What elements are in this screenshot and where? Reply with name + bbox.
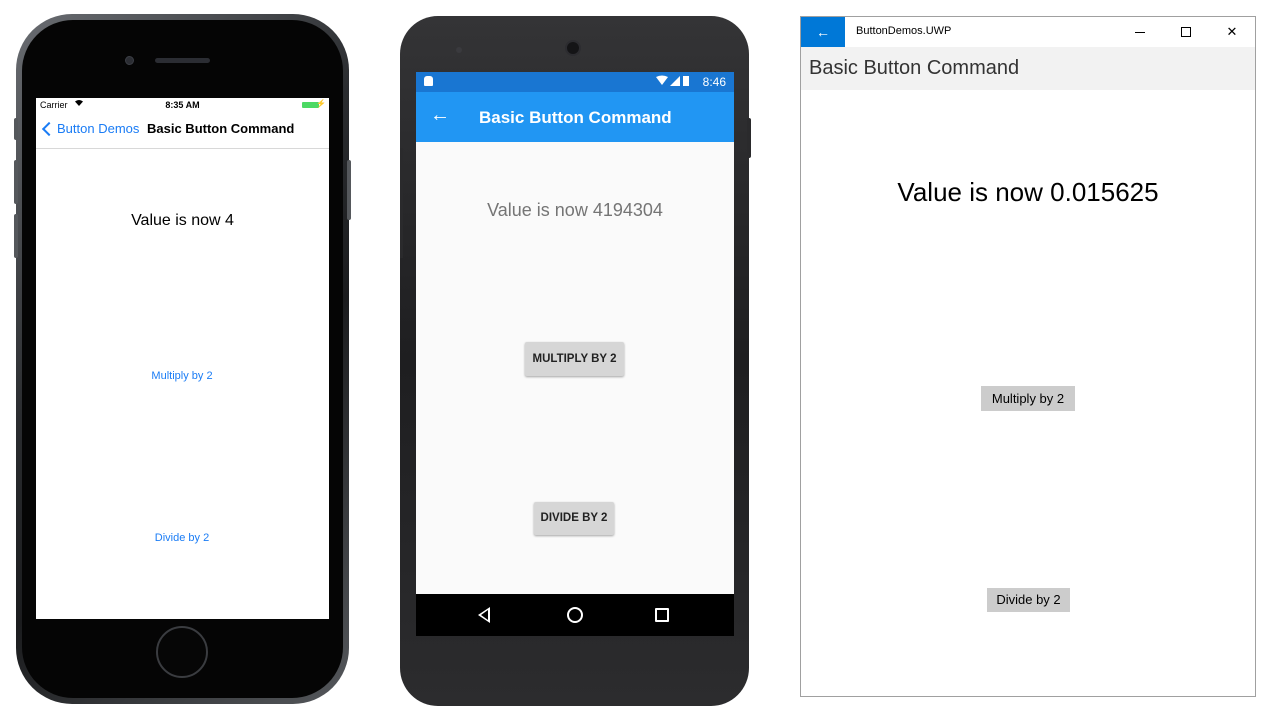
iphone-power-button	[347, 160, 351, 220]
iphone-mute-switch	[14, 118, 18, 140]
close-icon: ✕	[1226, 24, 1238, 39]
ios-value-label: Value is now 4	[131, 212, 234, 229]
iphone-front-camera	[125, 56, 134, 65]
android-proximity-sensor	[456, 47, 462, 53]
close-button[interactable]: ✕	[1209, 17, 1255, 47]
android-power-button	[747, 118, 751, 158]
screenshot-stage: Carrier 8:35 AM ⚡ Button Demos Basic But…	[0, 0, 1280, 716]
ios-back-button[interactable]: Button Demos	[40, 121, 139, 136]
ios-status-bar: Carrier 8:35 AM ⚡	[36, 98, 329, 112]
chevron-left-icon	[41, 121, 57, 136]
android-status-time: 8:46	[702, 75, 726, 89]
iphone-volume-up	[14, 160, 18, 204]
android-toolbar: ← Basic Button Command	[416, 92, 734, 142]
ios-divide-button[interactable]: Divide by 2	[132, 532, 232, 544]
minimize-icon	[1135, 32, 1145, 33]
maximize-icon	[1181, 27, 1191, 37]
android-volume-rocker	[400, 148, 403, 258]
uwp-value-label: Value is now 0.015625	[897, 177, 1159, 207]
uwp-page-title: Basic Button Command	[809, 57, 1020, 79]
signal-battery-icons	[656, 75, 690, 90]
uwp-multiply-button[interactable]: Multiply by 2	[981, 386, 1075, 411]
android-multiply-button[interactable]: MULTIPLY BY 2	[525, 342, 624, 376]
iphone-speaker	[155, 58, 210, 63]
minimize-button[interactable]	[1117, 17, 1163, 47]
android-front-camera	[565, 40, 581, 56]
android-screen: 8:46 ← Basic Button Command Value is now…	[416, 72, 734, 636]
android-notification-icon	[424, 76, 433, 86]
maximize-button[interactable]	[1163, 17, 1209, 47]
android-back-arrow-icon[interactable]: ←	[430, 104, 450, 127]
nav-home-icon[interactable]	[567, 607, 583, 623]
android-navigation-bar	[416, 594, 734, 636]
uwp-back-button[interactable]: ←	[801, 17, 845, 47]
ios-multiply-button[interactable]: Multiply by 2	[132, 370, 232, 382]
ios-back-label: Button Demos	[57, 121, 140, 136]
iphone-volume-down	[14, 214, 18, 258]
ios-status-time: 8:35 AM	[165, 100, 200, 110]
uwp-page-header: Basic Button Command	[801, 47, 1255, 90]
android-status-bar: 8:46	[416, 72, 734, 92]
uwp-divide-button[interactable]: Divide by 2	[987, 588, 1070, 612]
uwp-app-title: ButtonDemos.UWP	[856, 25, 952, 37]
ios-screen: Carrier 8:35 AM ⚡ Button Demos Basic But…	[36, 98, 329, 619]
android-value-label: Value is now 4194304	[487, 200, 663, 220]
nav-recents-icon[interactable]	[655, 608, 669, 622]
ios-page-title: Basic Button Command	[147, 121, 295, 136]
uwp-window: ← ButtonDemos.UWP ✕ Basic Button Command…	[800, 16, 1256, 697]
android-divide-button[interactable]: DIVIDE BY 2	[534, 502, 614, 535]
android-page-title: Basic Button Command	[479, 108, 672, 127]
nav-back-icon-inner	[481, 610, 488, 620]
ios-navigation-bar: Button Demos Basic Button Command	[36, 112, 329, 149]
charging-bolt-icon: ⚡	[316, 99, 326, 108]
uwp-title-bar: ← ButtonDemos.UWP ✕	[801, 17, 1255, 47]
iphone-home-button[interactable]	[156, 626, 208, 678]
